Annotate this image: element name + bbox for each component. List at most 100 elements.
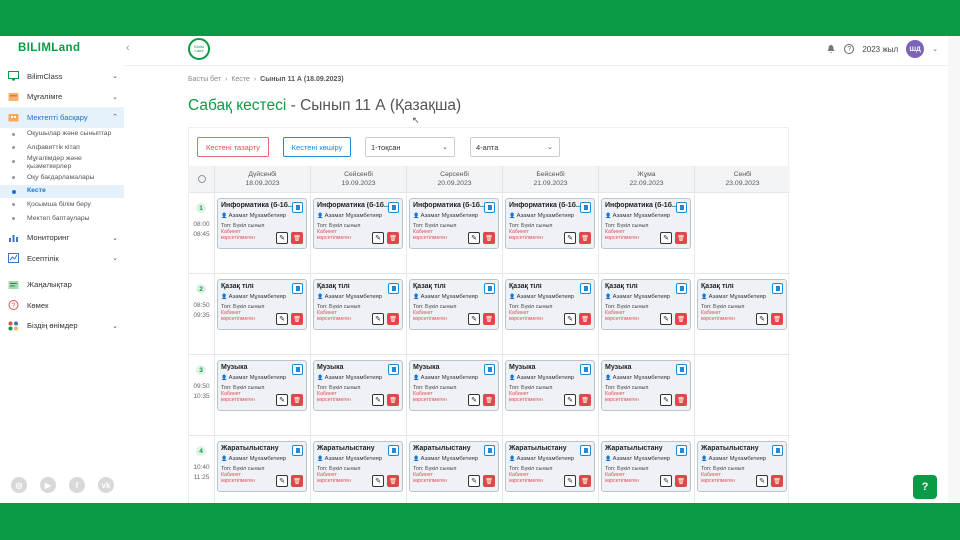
edit-pencil-icon[interactable]: ✎ [372, 313, 384, 325]
week-select[interactable]: 4-апта ⌄ [470, 137, 560, 157]
delete-trash-icon[interactable]: 🗑 [579, 475, 591, 487]
bilimland-logo[interactable]: BILIMLand [18, 42, 80, 54]
lesson-card[interactable]: Музыка 👤 Азамат Мұхамбетияр Топ: Бүкіл сын… [601, 360, 691, 411]
lesson-card[interactable]: Жаратылыстану 👤 Азамат Мұхамбетияр Топ: Бү… [313, 441, 403, 492]
edit-pencil-icon[interactable]: ✎ [276, 232, 288, 244]
copy-lesson-icon[interactable] [580, 202, 591, 213]
copy-schedule-button[interactable]: Кестені көшіру [283, 137, 351, 157]
copy-lesson-icon[interactable] [388, 445, 399, 456]
edit-pencil-icon[interactable]: ✎ [564, 475, 576, 487]
delete-trash-icon[interactable]: 🗑 [675, 232, 687, 244]
bell-icon[interactable] [826, 44, 836, 54]
copy-lesson-icon[interactable] [676, 202, 687, 213]
edit-pencil-icon[interactable]: ✎ [660, 475, 672, 487]
lesson-card[interactable]: Информатика (б-1б... 👤 Азамат Мұхамбетияр… [505, 198, 595, 249]
edit-pencil-icon[interactable]: ✎ [276, 475, 288, 487]
page-scrollbar[interactable] [948, 36, 960, 503]
vk-icon[interactable]: vk [98, 477, 114, 493]
lesson-card[interactable]: Қазақ тілі 👤 Азамат Мұхамбетияр Топ: Бүкіл… [505, 279, 595, 330]
copy-lesson-icon[interactable] [580, 283, 591, 294]
help-chat-button[interactable]: ? [913, 475, 937, 499]
delete-trash-icon[interactable]: 🗑 [579, 313, 591, 325]
copy-lesson-icon[interactable] [676, 283, 687, 294]
edit-pencil-icon[interactable]: ✎ [468, 313, 480, 325]
delete-trash-icon[interactable]: 🗑 [387, 313, 399, 325]
copy-lesson-icon[interactable] [388, 364, 399, 375]
delete-trash-icon[interactable]: 🗑 [579, 394, 591, 406]
delete-trash-icon[interactable]: 🗑 [771, 475, 783, 487]
lesson-card[interactable]: Қазақ тілі 👤 Азамат Мұхамбетияр Топ: Бүкіл… [409, 279, 499, 330]
edit-pencil-icon[interactable]: ✎ [372, 232, 384, 244]
edit-pencil-icon[interactable]: ✎ [276, 313, 288, 325]
lesson-card[interactable]: Информатика (б-1б... 👤 Азамат Мұхамбетияр… [409, 198, 499, 249]
sidebar-item-b4[interactable]: Біздің өнімдер ⌄ [0, 316, 124, 337]
lesson-card[interactable]: Музыка 👤 Азамат Мұхамбетияр Топ: Бүкіл сын… [217, 360, 307, 411]
sidebar-item-2[interactable]: Мектепті басқару ⌃ [0, 107, 124, 128]
copy-lesson-icon[interactable] [484, 364, 495, 375]
breadcrumb-schedule[interactable]: Кесте [231, 76, 250, 83]
sidebar-item-b1[interactable]: Есептілік ⌄ [0, 248, 124, 269]
sidebar-item-b0[interactable]: Мониторинг ⌄ [0, 228, 124, 249]
delete-trash-icon[interactable]: 🗑 [579, 232, 591, 244]
copy-lesson-icon[interactable] [580, 445, 591, 456]
delete-trash-icon[interactable]: 🗑 [483, 475, 495, 487]
facebook-icon[interactable]: f [69, 477, 85, 493]
lesson-card[interactable]: Жаратылыстану 👤 Азамат Мұхамбетияр Топ: Бү… [217, 441, 307, 492]
copy-lesson-icon[interactable] [388, 202, 399, 213]
copy-lesson-icon[interactable] [292, 445, 303, 456]
sidebar-subitem-0[interactable]: Оқушылар және сыныптар [0, 128, 124, 142]
lesson-card[interactable]: Қазақ тілі 👤 Азамат Мұхамбетияр Топ: Бүкіл… [601, 279, 691, 330]
delete-trash-icon[interactable]: 🗑 [675, 475, 687, 487]
edit-pencil-icon[interactable]: ✎ [564, 313, 576, 325]
edit-pencil-icon[interactable]: ✎ [660, 313, 672, 325]
lesson-card[interactable]: Жаратылыстану 👤 Азамат Мұхамбетияр Топ: Бү… [505, 441, 595, 492]
lesson-card[interactable]: Жаратылыстану 👤 Азамат Мұхамбетияр Топ: Бү… [601, 441, 691, 492]
sidebar-subitem-3[interactable]: Оқу бағдарламалары [0, 171, 124, 185]
copy-lesson-icon[interactable] [292, 364, 303, 375]
lesson-card[interactable]: Жаратылыстану 👤 Азамат Мұхамбетияр Топ: Бү… [697, 441, 787, 492]
youtube-icon[interactable]: ▶ [40, 477, 56, 493]
sidebar-item-1[interactable]: Мұғалімге ⌄ [0, 87, 124, 108]
quarter-select[interactable]: 1-тоқсан ⌄ [365, 137, 455, 157]
sidebar-subitem-4[interactable]: Кесте [0, 184, 124, 199]
edit-pencil-icon[interactable]: ✎ [660, 232, 672, 244]
sidebar-item-b3[interactable]: ? Көмек [0, 295, 124, 316]
edit-pencil-icon[interactable]: ✎ [564, 394, 576, 406]
sidebar-subitem-2[interactable]: Мұғалімдер және қызметкерлер [0, 155, 124, 171]
edit-pencil-icon[interactable]: ✎ [276, 394, 288, 406]
sidebar-subitem-5[interactable]: Қосымша білім беру [0, 198, 124, 212]
copy-lesson-icon[interactable] [772, 283, 783, 294]
delete-trash-icon[interactable]: 🗑 [483, 232, 495, 244]
delete-trash-icon[interactable]: 🗑 [387, 475, 399, 487]
delete-trash-icon[interactable]: 🗑 [291, 475, 303, 487]
delete-trash-icon[interactable]: 🗑 [291, 313, 303, 325]
copy-lesson-icon[interactable] [484, 283, 495, 294]
lesson-card[interactable]: Жаратылыстану 👤 Азамат Мұхамбетияр Топ: Бү… [409, 441, 499, 492]
delete-trash-icon[interactable]: 🗑 [675, 394, 687, 406]
copy-lesson-icon[interactable] [676, 445, 687, 456]
edit-pencil-icon[interactable]: ✎ [660, 394, 672, 406]
delete-trash-icon[interactable]: 🗑 [291, 232, 303, 244]
help-circle-icon[interactable]: ? [844, 44, 855, 54]
academic-year[interactable]: 2023 жыл [862, 45, 898, 54]
sidebar-item-0[interactable]: BilimClass ⌄ [0, 66, 124, 87]
delete-trash-icon[interactable]: 🗑 [483, 313, 495, 325]
clear-schedule-button[interactable]: Кестені тазарту [197, 137, 269, 157]
edit-pencil-icon[interactable]: ✎ [468, 232, 480, 244]
chevron-down-icon[interactable]: ⌄ [932, 45, 938, 53]
collapse-sidebar-icon[interactable]: ‹ [126, 42, 130, 54]
copy-lesson-icon[interactable] [292, 283, 303, 294]
delete-trash-icon[interactable]: 🗑 [675, 313, 687, 325]
lesson-card[interactable]: Қазақ тілі 👤 Азамат Мұхамбетияр Топ: Бүкіл… [697, 279, 787, 330]
lesson-card[interactable]: Информатика (б-1б... 👤 Азамат Мұхамбетияр… [601, 198, 691, 249]
edit-pencil-icon[interactable]: ✎ [756, 475, 768, 487]
user-avatar[interactable]: ШД [906, 40, 925, 58]
delete-trash-icon[interactable]: 🗑 [291, 394, 303, 406]
copy-lesson-icon[interactable] [484, 202, 495, 213]
delete-trash-icon[interactable]: 🗑 [387, 232, 399, 244]
lesson-card[interactable]: Информатика (б-1б... 👤 Азамат Мұхамбетияр… [217, 198, 307, 249]
copy-lesson-icon[interactable] [388, 283, 399, 294]
sidebar-item-b2[interactable]: Жаңалықтар [0, 275, 124, 296]
edit-pencil-icon[interactable]: ✎ [468, 475, 480, 487]
lesson-card[interactable]: Музыка 👤 Азамат Мұхамбетияр Топ: Бүкіл сын… [313, 360, 403, 411]
